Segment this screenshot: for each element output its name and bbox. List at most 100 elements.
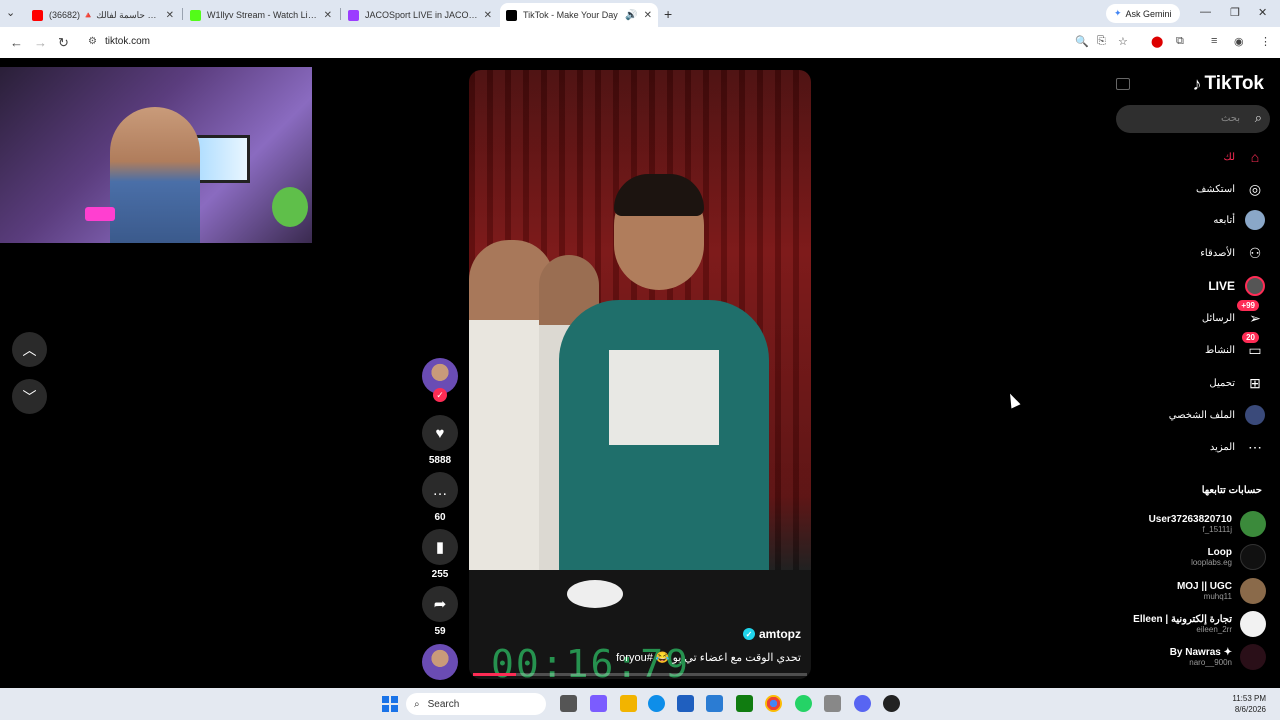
avatar	[1240, 511, 1266, 537]
outlook-icon[interactable]	[706, 695, 723, 712]
install-icon[interactable]: ⎘	[1097, 35, 1106, 48]
tab-kick[interactable]: W1llyv Stream - Watch Live on ✕	[184, 3, 338, 27]
nav-upload[interactable]: تحميل ⊞	[1209, 373, 1265, 393]
address-bar[interactable]: ⚙ tiktok.com	[80, 31, 1140, 54]
music-disc-avatar[interactable]	[422, 644, 458, 680]
bookmark-star-icon[interactable]: ☆	[1118, 35, 1128, 48]
taskbar-search[interactable]: ⌕ Search	[406, 693, 546, 715]
following-account[interactable]: MOJ || UGC muhq11	[1177, 578, 1266, 604]
maximize-button[interactable]: ❐	[1230, 6, 1240, 19]
reading-list-icon[interactable]: ≡	[1211, 35, 1217, 47]
search-icon[interactable]: ⌕	[1255, 110, 1262, 126]
chrome-icon[interactable]	[765, 695, 782, 712]
follow-check-icon[interactable]: ✓	[433, 388, 447, 402]
verified-icon: ✓	[743, 628, 755, 640]
windows-start-icon[interactable]	[382, 696, 398, 712]
next-video-button[interactable]: ﹀	[12, 379, 47, 414]
home-icon: ⌂	[1250, 149, 1260, 165]
mouse-app-icon[interactable]	[824, 695, 841, 712]
site-info-icon[interactable]: ⚙	[88, 36, 97, 47]
like-action[interactable]: ♥ 5888	[422, 415, 458, 466]
jaco-icon	[348, 9, 359, 21]
zoom-icon[interactable]: 🔍	[1075, 35, 1089, 48]
activity-icon: ▭ 20	[1242, 332, 1265, 360]
chevron-up-icon: ︿	[22, 341, 37, 358]
tab-jaco[interactable]: JACOSport LIVE in JACO - JACO ✕	[342, 3, 498, 27]
tab-strip: ⌄ (36682) 🔺 مباريات حاسمة لفالك ✕ W1llyv…	[0, 0, 1280, 27]
live-icon	[1245, 276, 1265, 296]
heart-icon: ♥	[422, 415, 458, 451]
comment-action[interactable]: … 60	[422, 472, 458, 523]
new-tab-button[interactable]: +	[664, 6, 672, 22]
avatar	[1240, 578, 1266, 604]
nav-more[interactable]: المزيد ⋯	[1210, 437, 1265, 457]
bookmark-icon: ▮	[422, 529, 458, 565]
nav-messages[interactable]: الرسائل ➢ +99	[1202, 300, 1265, 328]
video-progress-fill	[473, 673, 517, 676]
nav-friends[interactable]: الأصدقاء ⚇	[1200, 243, 1265, 263]
following-account[interactable]: Elleen | تجارة إلكترونية eileen_2rr	[1133, 611, 1266, 637]
tab-youtube[interactable]: (36682) 🔺 مباريات حاسمة لفالك ✕	[26, 3, 180, 27]
discord-icon[interactable]	[854, 695, 871, 712]
nav-for-you[interactable]: لك ⌂	[1224, 147, 1265, 167]
close-icon[interactable]: ✕	[324, 10, 332, 21]
video-progress-bar[interactable]	[473, 673, 807, 676]
minimize-button[interactable]: —	[1200, 6, 1211, 18]
store-icon[interactable]	[677, 695, 694, 712]
nav-following[interactable]: أتابعه	[1213, 210, 1265, 230]
nav-profile[interactable]: الملف الشخصي	[1169, 405, 1265, 425]
tab-search-icon[interactable]: ⌄	[6, 6, 15, 19]
share-arrow-icon: ➦	[422, 586, 458, 622]
file-explorer-icon[interactable]	[620, 695, 637, 712]
video-player[interactable]: 00:16:79 ✓ amtopz تحدي الوقت مع اعضاء تي…	[469, 70, 811, 679]
windows-taskbar: ⌕ Search 11:53 PM 8/6/2026	[0, 688, 1280, 720]
system-clock[interactable]: 11:53 PM 8/6/2026	[1232, 693, 1266, 715]
task-view-icon[interactable]	[560, 695, 577, 712]
profile-avatar[interactable]: ◉	[1234, 35, 1244, 48]
close-window-button[interactable]: ✕	[1258, 6, 1267, 19]
tiktok-icon	[506, 9, 517, 21]
close-icon[interactable]: ✕	[166, 10, 174, 21]
more-icon: ⋯	[1248, 438, 1262, 455]
close-icon[interactable]: ✕	[644, 10, 652, 21]
extension-opera-icon[interactable]: ⬤	[1151, 35, 1163, 48]
mouse-cursor	[1005, 391, 1021, 409]
upload-icon: ⊞	[1249, 374, 1261, 391]
youtube-icon	[32, 9, 43, 21]
tiktok-page: ︿ ﹀ 00:16:79 ✓ amtopz تحدي الوقت مع اعضا…	[0, 58, 1280, 688]
video-author[interactable]: ✓ amtopz	[743, 627, 801, 641]
nav-live[interactable]: LIVE	[1208, 276, 1265, 296]
reload-button[interactable]: ↻	[58, 35, 69, 51]
video-caption: تحدي الوقت مع اعضاء تي يو 😂 #foryou	[616, 652, 801, 664]
close-icon[interactable]: ✕	[484, 10, 492, 21]
previous-video-button[interactable]: ︿	[12, 332, 47, 367]
following-avatar-icon	[1245, 210, 1265, 230]
obs-icon[interactable]	[883, 695, 900, 712]
webcam-overlay	[0, 67, 312, 243]
search-icon: ⌕	[414, 698, 420, 710]
extensions-icon[interactable]: ⧉	[1176, 35, 1184, 48]
following-account[interactable]: User37263820710 f_15111j	[1149, 511, 1266, 537]
activity-badge: 20	[1242, 332, 1259, 343]
profile-icon	[1245, 405, 1265, 425]
forward-button[interactable]: →	[34, 35, 47, 50]
nav-activity[interactable]: النشاط ▭ 20	[1205, 332, 1265, 360]
whatsapp-icon[interactable]	[795, 695, 812, 712]
following-accounts-heading: حسابات تتابعها	[1201, 485, 1262, 496]
search-input[interactable]: بحث ⌕	[1116, 105, 1270, 133]
copilot-icon[interactable]	[590, 695, 607, 712]
menu-icon[interactable]: ⋮	[1260, 35, 1271, 48]
nav-explore[interactable]: استكشف ◎	[1196, 179, 1265, 199]
ask-gemini-button[interactable]: ✦ Ask Gemini	[1106, 4, 1180, 23]
save-action[interactable]: ▮ 255	[422, 529, 458, 580]
kick-icon	[190, 9, 201, 21]
messages-icon: ➢ +99	[1237, 300, 1265, 328]
tab-tiktok[interactable]: TikTok - Make Your Day 🔊 ✕	[500, 3, 658, 27]
xbox-icon[interactable]	[736, 695, 753, 712]
following-account[interactable]: Loop looplabs.eg	[1191, 544, 1266, 570]
edge-icon[interactable]	[648, 695, 665, 712]
following-account[interactable]: By Nawras ✦ naro__900n	[1170, 644, 1266, 670]
back-button[interactable]: ←	[10, 35, 23, 50]
share-action[interactable]: ➦ 59	[422, 586, 458, 637]
speaker-icon[interactable]: 🔊	[625, 10, 637, 21]
